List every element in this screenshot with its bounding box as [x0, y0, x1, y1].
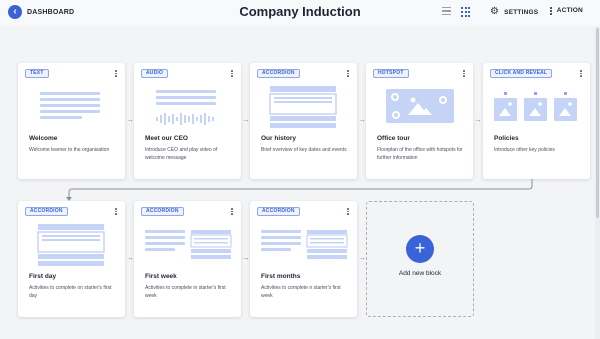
arrow-right-icon: → [474, 115, 482, 124]
more-vertical-icon [550, 7, 552, 15]
action-button[interactable]: ACTION [550, 7, 583, 15]
block-menu-icon[interactable] [113, 69, 119, 78]
scrollbar-thumb[interactable] [596, 28, 599, 218]
add-new-block-label: Add new block [398, 270, 442, 277]
dashboard-back-button[interactable]: ‹ DASHBOARD [8, 5, 74, 19]
block-card-first-months[interactable]: ACCORDION First months Activities to com… [250, 201, 357, 317]
block-card-first-day[interactable]: ACCORDION First day Activities to comple… [18, 201, 125, 317]
grid-view-toggle[interactable] [461, 7, 471, 17]
block-description: Activities to complete n starter's first… [261, 285, 341, 299]
block-type-badge: ACCORDION [257, 207, 300, 216]
block-description: Introduce CEO and play video of welcome … [145, 147, 218, 161]
arrow-right-icon: → [242, 253, 250, 262]
click-and-reveal-illustration [494, 92, 577, 121]
row-connector-arrow [66, 179, 533, 201]
block-title: First week [145, 273, 177, 280]
block-type-badge: AUDIO [141, 69, 169, 78]
block-card-our-history[interactable]: ACCORDION Our history Brief overview of … [250, 63, 357, 179]
arrow-right-icon: → [126, 253, 134, 262]
hotspot-illustration [386, 89, 454, 123]
block-card-policies[interactable]: CLICK AND REVEAL Policies Introduce othe… [483, 63, 590, 179]
add-new-block-button[interactable]: + Add new block [366, 201, 474, 317]
arrow-right-icon: → [242, 115, 250, 124]
block-title: Meet our CEO [145, 135, 188, 142]
arrow-right-icon: → [358, 253, 366, 262]
action-label: ACTION [556, 7, 583, 15]
plus-icon[interactable]: + [406, 235, 434, 263]
block-title: Office tour [377, 135, 410, 142]
block-description: Brief overview of key dates and events [261, 147, 347, 153]
block-type-badge: TEXT [25, 69, 49, 78]
block-description: Introduce other key policies [494, 147, 555, 153]
arrow-right-icon: → [126, 115, 134, 124]
block-card-meet-our-ceo[interactable]: AUDIO Meet our CEO Introduce CEO and pla… [134, 63, 241, 179]
grid-view-icon [461, 7, 463, 9]
block-description: Welcome learner to the organisation [29, 147, 110, 153]
block-title: Welcome [29, 135, 58, 142]
page-title: Company Induction [239, 4, 361, 19]
block-card-first-week[interactable]: ACCORDION First week Activities to compl… [134, 201, 241, 317]
arrow-right-icon: → [358, 115, 366, 124]
block-menu-icon[interactable] [345, 69, 351, 78]
block-title: Our history [261, 135, 297, 142]
gear-icon: ⚙ [490, 6, 500, 17]
block-type-badge: CLICK AND REVEAL [490, 69, 553, 78]
dashboard-back-label: DASHBOARD [27, 8, 75, 16]
block-type-badge: ACCORDION [25, 207, 68, 216]
block-title: First months [261, 273, 301, 280]
block-menu-icon[interactable] [229, 69, 235, 78]
accordion-split-illustration [145, 230, 232, 259]
accordion-split-illustration [261, 230, 348, 259]
accordion-illustration [269, 86, 337, 128]
block-title: Policies [494, 135, 519, 142]
block-type-badge: HOTSPOT [373, 69, 409, 78]
block-type-badge: ACCORDION [141, 207, 184, 216]
block-menu-icon[interactable] [113, 207, 119, 216]
chevron-left-icon: ‹ [8, 5, 22, 19]
block-description: Floorplan of the office with hotspots fo… [377, 147, 463, 161]
block-description: Activities to complete in starter's firs… [145, 285, 226, 299]
block-card-welcome[interactable]: TEXT Welcome Welcome learner to the orga… [18, 63, 125, 179]
settings-label: SETTINGS [504, 8, 539, 16]
block-title: First day [29, 273, 57, 280]
list-view-icon [442, 7, 451, 9]
list-view-toggle[interactable] [442, 7, 452, 17]
settings-button[interactable]: ⚙ SETTINGS [490, 7, 538, 17]
block-description: Activities to complete on starter's firs… [29, 285, 112, 299]
text-lines-illustration [40, 92, 100, 119]
audio-wave-illustration [156, 90, 216, 125]
accordion-illustration [37, 224, 105, 266]
block-card-office-tour[interactable]: HOTSPOT Office tour Floorplan of the off… [366, 63, 473, 179]
block-type-badge: ACCORDION [257, 69, 300, 78]
top-bar: ‹ DASHBOARD Company Induction ⚙ SETTINGS… [0, 0, 600, 26]
block-menu-icon[interactable] [578, 69, 584, 78]
block-menu-icon[interactable] [461, 69, 467, 78]
block-menu-icon[interactable] [345, 207, 351, 216]
block-menu-icon[interactable] [229, 207, 235, 216]
